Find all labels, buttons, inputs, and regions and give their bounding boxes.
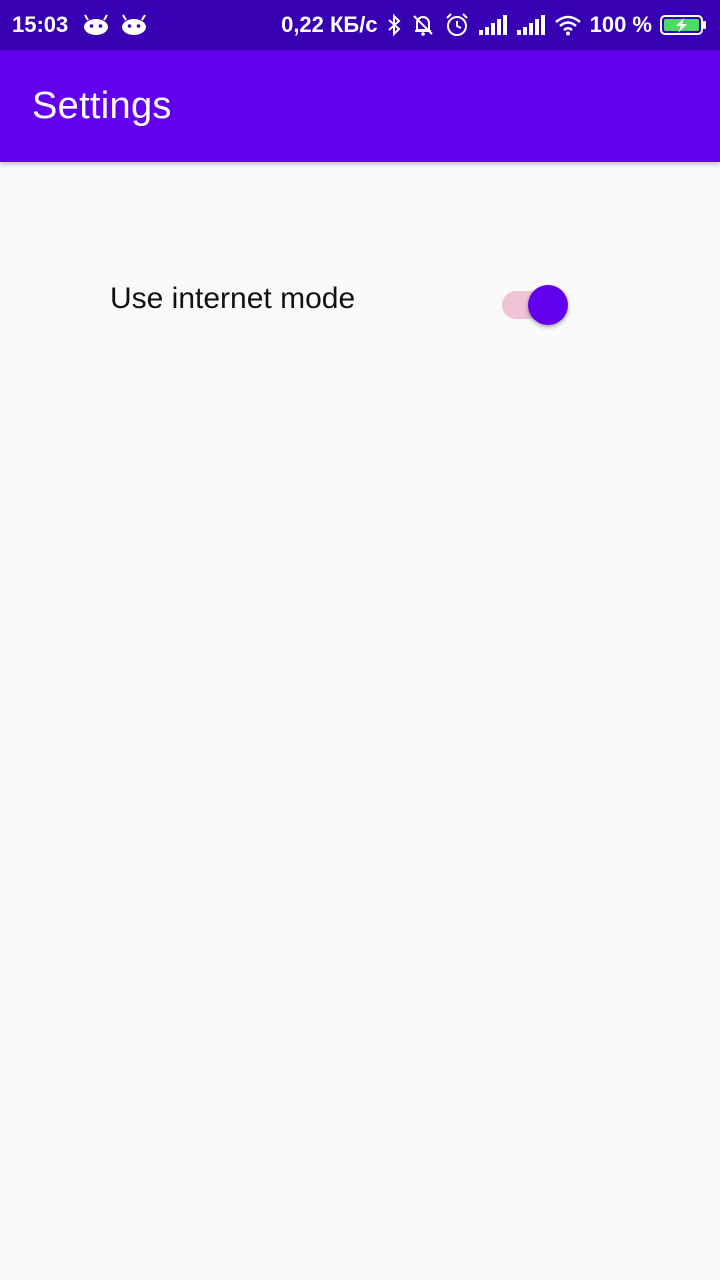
mute-icon xyxy=(410,12,436,38)
app-bar: Settings xyxy=(0,50,720,162)
status-bar: 15:03 0,22 КБ/с 100 % xyxy=(0,0,720,50)
status-right: 0,22 КБ/с 100 % xyxy=(281,12,708,38)
signal-icon xyxy=(478,14,508,36)
network-speed: 0,22 КБ/с xyxy=(281,12,378,37)
signal-icon xyxy=(516,14,546,36)
bluetooth-icon xyxy=(386,13,402,37)
android-icon xyxy=(120,14,148,36)
android-icon xyxy=(82,14,110,36)
status-time: 15:03 xyxy=(12,12,69,37)
page-title: Settings xyxy=(32,84,172,127)
toggle-thumb xyxy=(528,285,568,325)
battery-percent: 100 % xyxy=(589,12,652,37)
battery-charging-icon xyxy=(660,13,708,37)
internet-mode-toggle[interactable] xyxy=(502,277,570,325)
status-left: 15:03 xyxy=(12,12,148,38)
setting-row-internet-mode: Use internet mode xyxy=(110,270,572,328)
wifi-icon xyxy=(554,14,582,36)
setting-label: Use internet mode xyxy=(110,282,356,315)
alarm-icon xyxy=(444,12,470,38)
